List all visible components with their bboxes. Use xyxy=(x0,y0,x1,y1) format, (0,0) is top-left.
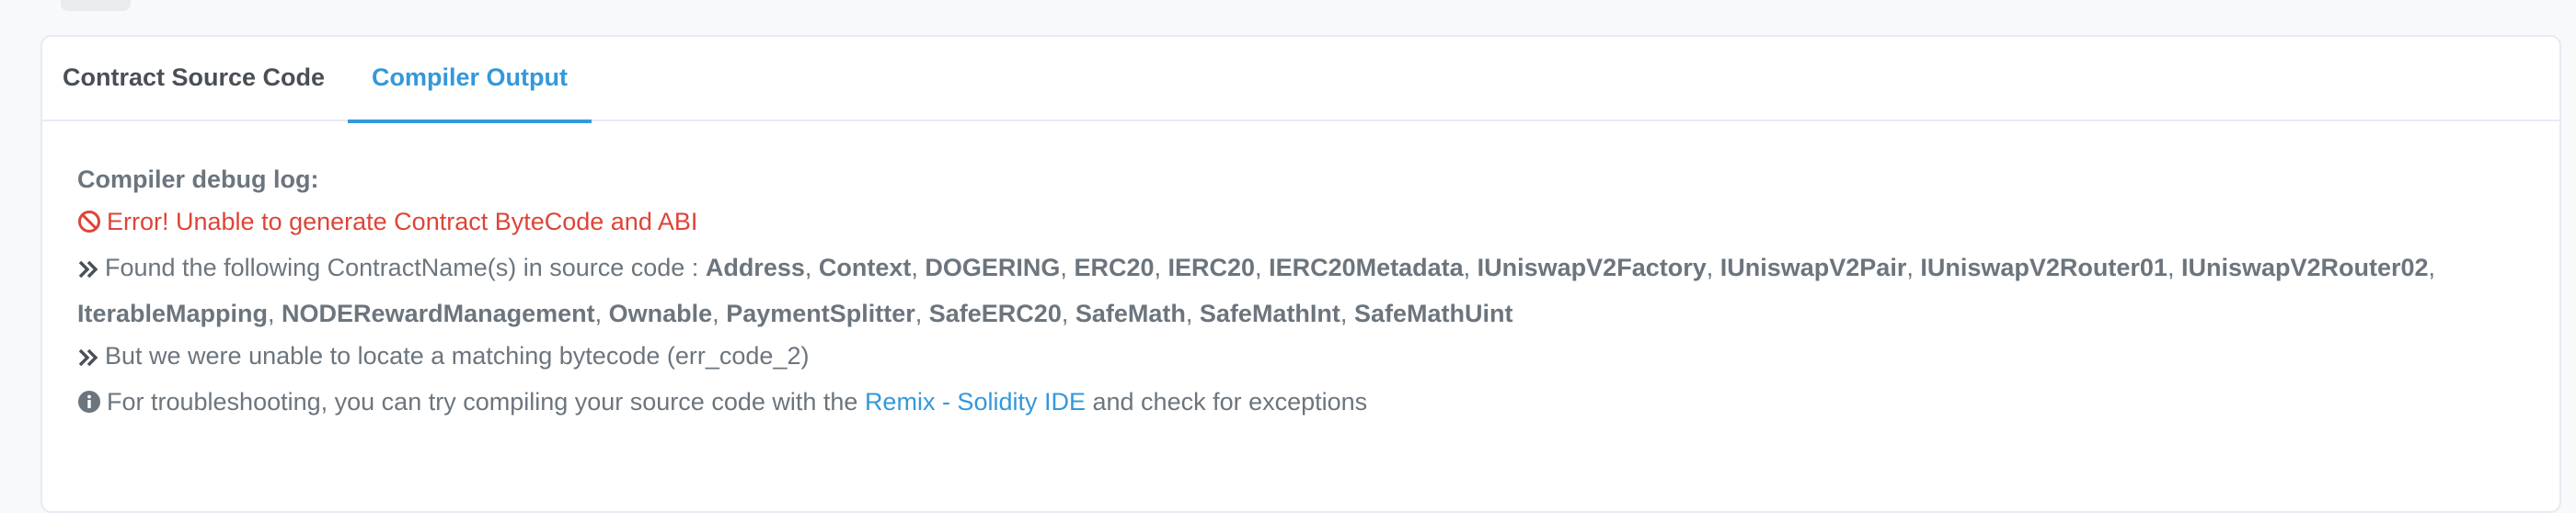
bytecode-text: But we were unable to locate a matching … xyxy=(105,342,810,370)
contract-name: IERC20 xyxy=(1167,254,1256,281)
found-line: Found the following ContractName(s) in s… xyxy=(77,246,2543,335)
contract-name: Ownable xyxy=(608,300,713,327)
top-strip xyxy=(0,0,2576,17)
troubleshoot-suffix: and check for exceptions xyxy=(1092,388,1368,416)
top-chip xyxy=(61,0,131,11)
contract-name: IUniswapV2Router01 xyxy=(1920,254,2168,281)
troubleshoot-prefix: For troubleshooting, you can try compili… xyxy=(107,388,858,416)
contract-name: IUniswapV2Pair xyxy=(1719,254,1907,281)
contract-name: NODERewardManagement xyxy=(282,300,595,327)
contract-name: Context xyxy=(818,254,912,281)
contract-name: IterableMapping xyxy=(77,300,269,327)
contract-name: PaymentSplitter xyxy=(726,300,915,327)
contract-name: SafeMathInt xyxy=(1199,300,1340,327)
remix-ide-link[interactable]: Remix - Solidity IDE xyxy=(865,388,1086,416)
tab-compiler-output[interactable]: Compiler Output xyxy=(348,37,592,123)
contract-name: IUniswapV2Factory xyxy=(1477,254,1707,281)
contract-name: SafeMath xyxy=(1075,300,1186,327)
code-card: Contract Source Code Compiler Output Com… xyxy=(40,35,2561,513)
contract-name: SafeERC20 xyxy=(928,300,1062,327)
contract-name: DOGERING xyxy=(925,254,1061,281)
found-prefix: Found the following ContractName(s) in s… xyxy=(105,254,699,281)
contract-name: Address xyxy=(705,254,805,281)
error-text: Error! Unable to generate Contract ByteC… xyxy=(107,208,698,235)
contract-name: SafeMathUint xyxy=(1353,300,1513,327)
error-line: Error! Unable to generate Contract ByteC… xyxy=(77,200,2543,246)
contract-name: ERC20 xyxy=(1074,254,1155,281)
contract-name: IUniswapV2Router02 xyxy=(2180,254,2429,281)
info-circle-icon xyxy=(77,384,101,427)
log-heading: Compiler debug log: xyxy=(77,165,319,193)
tab-contract-source-code[interactable]: Contract Source Code xyxy=(63,37,325,121)
bytecode-line: But we were unable to locate a matching … xyxy=(77,335,2543,381)
compiler-log: Compiler debug log: Error! Unable to gen… xyxy=(77,158,2543,427)
double-chevron-right-icon xyxy=(77,338,99,381)
ban-icon xyxy=(77,204,101,246)
contract-name: IERC20Metadata xyxy=(1269,254,1464,281)
troubleshoot-line: For troubleshooting, you can try compili… xyxy=(77,381,2543,427)
tab-bar: Contract Source Code Compiler Output xyxy=(42,37,2559,123)
double-chevron-right-icon xyxy=(77,250,99,292)
